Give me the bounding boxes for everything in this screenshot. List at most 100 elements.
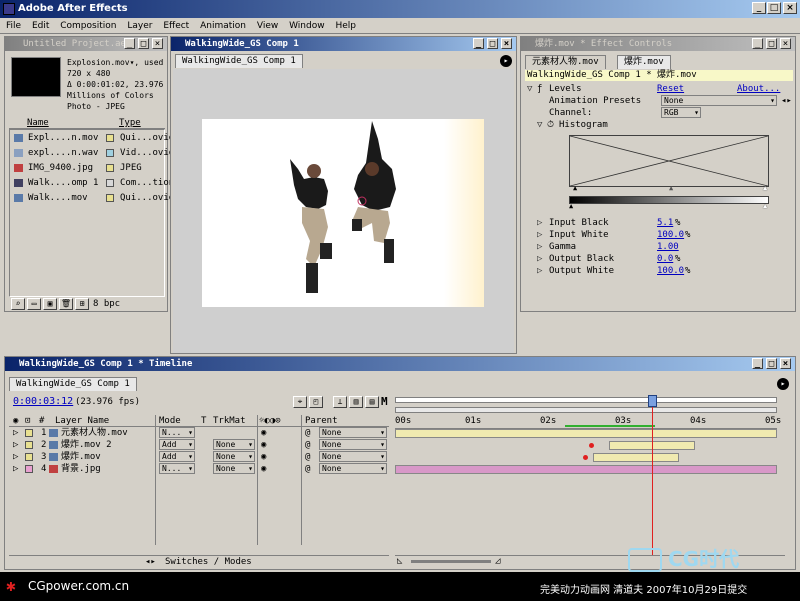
trkmat-dropdown[interactable]: None — [213, 463, 255, 474]
expand-triangle-icon[interactable]: ▷ — [13, 451, 18, 463]
menu-animation[interactable]: Animation — [200, 21, 246, 31]
time-indicator-head-icon[interactable] — [648, 395, 657, 407]
project-minimize-button[interactable]: _ — [124, 38, 135, 49]
column-type[interactable]: Type — [119, 117, 141, 129]
minimize-button[interactable]: _ — [752, 2, 766, 14]
parent-dropdown[interactable]: None — [319, 427, 387, 438]
zoom-in-icon[interactable]: ◿ — [495, 556, 500, 566]
project-close-button[interactable]: × — [152, 38, 163, 49]
trash-icon[interactable]: 🗑 — [59, 298, 73, 310]
eye-icon[interactable]: ◉ — [261, 427, 266, 439]
keyframe-marker[interactable] — [583, 455, 588, 460]
input-slider-track[interactable]: ▲ ▲ ▲ — [569, 184, 769, 193]
input-black-value[interactable]: 5.1 — [657, 217, 673, 229]
trkmat-dropdown[interactable]: None — [213, 451, 255, 462]
draft-3d-icon[interactable]: ▥ — [349, 396, 363, 408]
eye-icon[interactable]: ◉ — [261, 451, 266, 463]
layer-row[interactable]: ▷ 4 背景.jpg N... None ◉ @ None — [9, 463, 389, 475]
output-slider-track[interactable]: ▲ ▲ — [569, 202, 769, 210]
list-item[interactable]: Expl....n.mov Qui...ovie — [10, 132, 174, 144]
switches-modes-toggle[interactable]: Switches / Modes — [165, 556, 252, 568]
output-white-handle-icon[interactable]: ▲ — [763, 202, 767, 210]
effects-close-button[interactable]: × — [780, 38, 791, 49]
collapse-triangle-icon[interactable]: ▷ — [537, 229, 547, 241]
layer-row[interactable]: ▷ 2 爆炸.mov 2 Add None ◉ @ None — [9, 439, 389, 451]
presets-arrow-icon[interactable]: ◂▸ — [781, 95, 792, 107]
expand-triangle-icon[interactable]: ▷ — [13, 439, 18, 451]
toggle-arrows-icon[interactable]: ◂▸ — [145, 556, 156, 568]
zoom-track[interactable] — [395, 407, 777, 413]
timeline-close-button[interactable]: × — [780, 358, 791, 369]
eye-icon[interactable]: ◉ — [261, 439, 266, 451]
menu-composition[interactable]: Composition — [60, 21, 116, 31]
comp-close-button[interactable]: × — [501, 38, 512, 49]
list-item[interactable]: Walk....mov Qui...ovie — [10, 192, 174, 204]
fx-icon[interactable]: ƒ — [537, 83, 542, 95]
about-link[interactable]: About... — [737, 83, 780, 95]
label-swatch[interactable] — [106, 149, 114, 157]
maximize-button[interactable]: □ — [767, 2, 781, 14]
gamma-handle-icon[interactable]: ▲ — [669, 184, 673, 192]
parent-dropdown[interactable]: None — [319, 463, 387, 474]
collapse-triangle-icon[interactable]: ▷ — [537, 265, 547, 277]
comp-marker-icon[interactable]: ⌖ — [293, 396, 307, 408]
new-comp-icon[interactable]: ▣ — [43, 298, 57, 310]
timeline-menu-arrow-icon[interactable]: ▸ — [777, 378, 789, 390]
output-white-value[interactable]: 100.0 — [657, 265, 684, 277]
current-time[interactable]: 0:00:03:12 — [13, 395, 73, 409]
histogram-row[interactable]: ▽ ⏱ Histogram — [525, 119, 793, 131]
param-row[interactable]: ▷ Output White 100.0 % — [525, 265, 793, 277]
stopwatch-icon[interactable]: ⏱ — [547, 119, 554, 131]
gamma-value[interactable]: 1.00 — [657, 241, 679, 253]
time-ruler[interactable]: 00s 01s 02s 03s 04s 05s — [395, 415, 781, 429]
input-white-value[interactable]: 100.0 — [657, 229, 684, 241]
input-black-handle-icon[interactable]: ▲ — [573, 184, 577, 192]
layer-bar[interactable] — [395, 465, 777, 474]
comp-menu-arrow-icon[interactable]: ▸ — [500, 55, 512, 67]
list-item[interactable]: expl....n.wav Vid...ovie — [10, 147, 174, 159]
parent-pickwhip-icon[interactable]: @ — [305, 463, 310, 475]
output-black-handle-icon[interactable]: ▲ — [569, 202, 573, 210]
effects-minimize-button[interactable]: _ — [752, 38, 763, 49]
comp-maximize-button[interactable]: □ — [487, 38, 498, 49]
histogram[interactable] — [569, 135, 769, 187]
reset-link[interactable]: Reset — [657, 83, 684, 95]
parent-pickwhip-icon[interactable]: @ — [305, 439, 310, 451]
presets-dropdown[interactable]: None — [661, 95, 777, 106]
tab-explosion-layer[interactable]: 爆炸.mov — [617, 55, 671, 69]
parent-pickwhip-icon[interactable]: @ — [305, 427, 310, 439]
menu-effect[interactable]: Effect — [163, 21, 189, 31]
folder-icon[interactable]: ▭ — [27, 298, 41, 310]
menu-window[interactable]: Window — [289, 21, 325, 31]
zoom-slider[interactable] — [411, 560, 491, 563]
tab-timeline-comp[interactable]: WalkingWide_GS Comp 1 — [9, 377, 137, 391]
parent-dropdown[interactable]: None — [319, 439, 387, 450]
label-swatch[interactable] — [106, 194, 114, 202]
label-swatch[interactable] — [106, 164, 114, 172]
markers-icon[interactable]: M — [381, 395, 388, 409]
comp-viewer[interactable] — [173, 69, 514, 353]
label-swatch[interactable] — [25, 441, 33, 449]
param-row[interactable]: ▷ Gamma 1.00 — [525, 241, 793, 253]
expand-triangle-icon[interactable]: ▽ — [527, 83, 537, 95]
layer-row[interactable]: ▷ 3 爆炸.mov Add None ◉ @ None — [9, 451, 389, 463]
menu-view[interactable]: View — [257, 21, 278, 31]
work-area-bar[interactable] — [395, 397, 777, 403]
output-black-value[interactable]: 0.0 — [657, 253, 673, 265]
label-swatch[interactable] — [106, 179, 114, 187]
levels-effect-row[interactable]: ▽ ƒ Levels Reset About... — [525, 83, 793, 95]
expand-triangle-icon[interactable]: ▷ — [13, 463, 18, 475]
motion-blur-icon[interactable]: ▤ — [365, 396, 379, 408]
parent-dropdown[interactable]: None — [319, 451, 387, 462]
pin-icon[interactable]: ⊥ — [333, 396, 347, 408]
input-white-handle-icon[interactable]: ▲ — [763, 184, 767, 192]
mode-dropdown[interactable]: Add — [159, 439, 195, 450]
list-item[interactable]: IMG_9400.jpg JPEG — [10, 162, 164, 174]
close-button[interactable]: × — [783, 2, 797, 14]
mode-dropdown[interactable]: Add — [159, 451, 195, 462]
param-row[interactable]: ▷ Input Black 5.1 % — [525, 217, 793, 229]
expand-triangle-icon[interactable]: ▷ — [13, 427, 18, 439]
tab-source-layer[interactable]: 元素材人物.mov — [525, 55, 606, 69]
menu-help[interactable]: Help — [335, 21, 356, 31]
collapse-triangle-icon[interactable]: ▷ — [537, 241, 547, 253]
